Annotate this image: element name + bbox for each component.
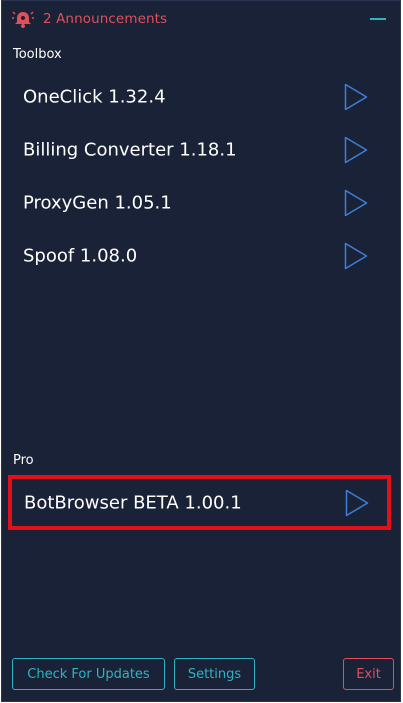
tool-name: Spoof 1.08.0 <box>23 245 138 267</box>
app-window: 2 Announcements Toolbox OneClick 1.32.4 … <box>1 0 401 702</box>
tool-row-billing-converter[interactable]: Billing Converter 1.18.1 <box>11 127 386 173</box>
tool-name: ProxyGen 1.05.1 <box>23 192 172 214</box>
tool-row-spoof[interactable]: Spoof 1.08.0 <box>11 233 386 279</box>
minimize-icon[interactable] <box>370 18 386 20</box>
pro-section-label: Pro <box>13 453 34 468</box>
bell-icon[interactable] <box>12 9 34 29</box>
settings-button[interactable]: Settings <box>174 658 255 690</box>
tool-name: Billing Converter 1.18.1 <box>23 139 237 161</box>
play-icon[interactable] <box>344 242 368 270</box>
play-icon[interactable] <box>344 189 368 217</box>
tool-row-oneclick[interactable]: OneClick 1.32.4 <box>11 74 386 120</box>
tool-row-botbrowser[interactable]: BotBrowser BETA 1.00.1 <box>8 475 391 530</box>
tool-row-proxygen[interactable]: ProxyGen 1.05.1 <box>11 180 386 226</box>
play-icon[interactable] <box>345 489 369 517</box>
announcements-label[interactable]: 2 Announcements <box>43 11 167 27</box>
exit-button[interactable]: Exit <box>343 658 394 690</box>
toolbox-section-label: Toolbox <box>13 47 62 62</box>
check-for-updates-button[interactable]: Check For Updates <box>12 658 165 690</box>
play-icon[interactable] <box>344 136 368 164</box>
tool-name: BotBrowser BETA 1.00.1 <box>24 492 242 513</box>
title-bar: 2 Announcements <box>2 1 400 37</box>
play-icon[interactable] <box>344 83 368 111</box>
tool-name: OneClick 1.32.4 <box>23 86 166 108</box>
